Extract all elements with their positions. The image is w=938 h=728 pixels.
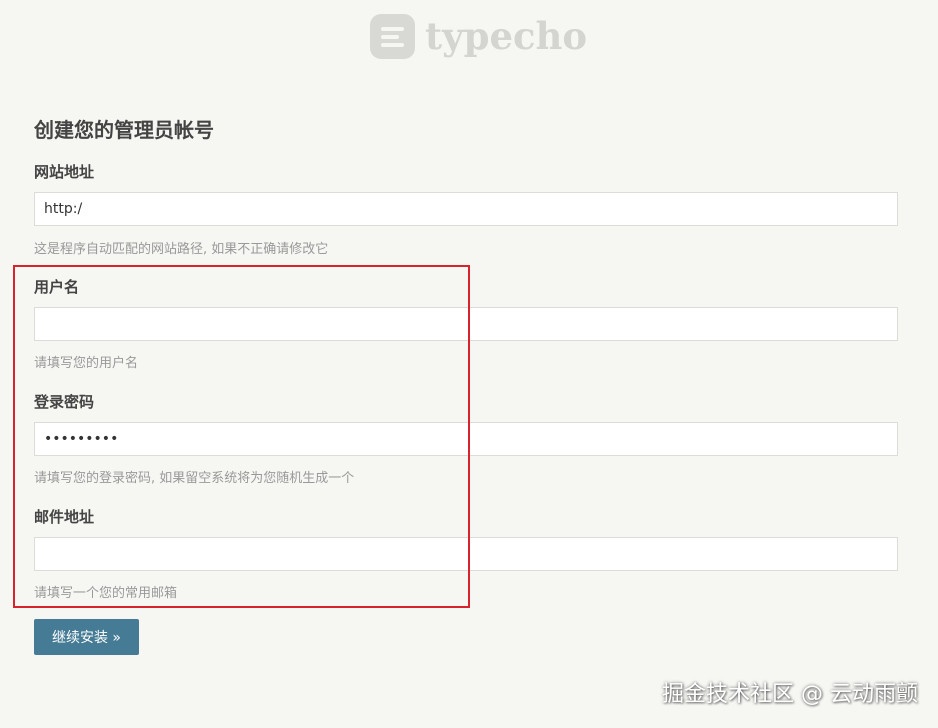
page-title: 创建您的管理员帐号	[34, 118, 214, 142]
typecho-logo: typecho	[370, 12, 587, 60]
site-url-input[interactable]	[34, 192, 898, 226]
continue-install-button[interactable]: 继续安装 »	[34, 619, 139, 655]
annotation-highlight-box	[13, 265, 470, 608]
watermark: 掘金技术社区 @ 云动雨颤	[662, 682, 918, 707]
typecho-logo-icon	[370, 13, 415, 59]
site-url-label: 网站地址	[34, 163, 95, 181]
site-url-hint: 这是程序自动匹配的网站路径, 如果不正确请修改它	[34, 242, 329, 257]
logo-text: typecho	[425, 14, 588, 58]
